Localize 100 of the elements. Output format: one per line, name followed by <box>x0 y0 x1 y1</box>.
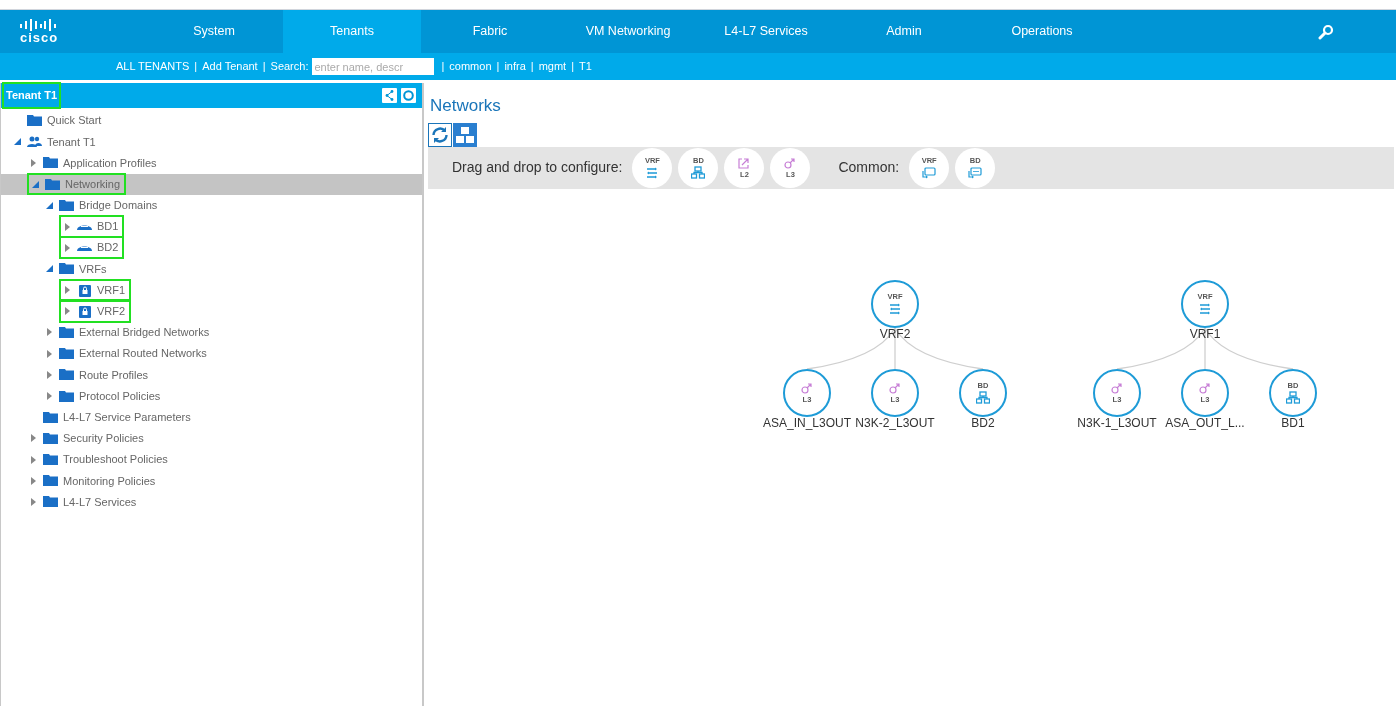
separator: | <box>261 59 267 75</box>
nav-tab[interactable]: Admin <box>835 10 973 53</box>
tree-row[interactable]: BD2 <box>1 237 422 259</box>
layout-icon[interactable] <box>453 122 477 147</box>
collapsed-arrow-icon[interactable] <box>65 243 70 252</box>
tree-label: Protocol Policies <box>79 388 161 404</box>
palette-label: Drag and drop to configure: <box>452 158 623 177</box>
folder-icon <box>43 496 58 508</box>
tree-label: VRFs <box>79 261 107 277</box>
collapsed-arrow-icon[interactable] <box>31 476 36 485</box>
tree-label: L4-L7 Services <box>63 494 137 510</box>
collapsed-arrow-icon[interactable] <box>47 370 52 379</box>
collapsed-arrow-icon[interactable] <box>47 328 52 337</box>
tree-row[interactable]: VRF2 <box>1 300 422 322</box>
tree-row[interactable]: Route Profiles <box>1 364 422 386</box>
separator: | <box>495 59 501 75</box>
tree-row[interactable]: External Routed Networks <box>1 343 422 365</box>
collapsed-arrow-icon[interactable] <box>47 392 52 401</box>
tree-row[interactable]: L4-L7 Services <box>1 491 422 513</box>
node-label: ASA_IN_L3OUT <box>763 414 851 432</box>
node-label: BD1 <box>1280 414 1306 432</box>
arrows-icon <box>1198 301 1212 315</box>
collapsed-arrow-icon[interactable] <box>47 349 52 358</box>
expanded-arrow-icon[interactable] <box>46 201 53 209</box>
tree-row[interactable]: Networking <box>1 173 422 195</box>
search-label: Search: <box>270 59 309 75</box>
collapsed-arrow-icon[interactable] <box>65 222 70 231</box>
separator: | <box>570 59 575 75</box>
tree-label: External Bridged Networks <box>79 325 210 341</box>
shared-box-icon <box>968 165 983 179</box>
hierarchy-icon <box>1286 390 1300 404</box>
tree-row[interactable]: Troubleshoot Policies <box>1 449 422 471</box>
tree-label: Networking <box>65 176 121 192</box>
tree-row[interactable]: Protocol Policies <box>1 385 422 407</box>
tree-label: Monitoring Policies <box>63 473 156 489</box>
tree-label: L4-L7 Service Parameters <box>63 409 191 425</box>
separator: | <box>440 59 446 75</box>
shared-box-icon <box>922 165 937 179</box>
tree-row[interactable]: External Bridged Networks <box>1 321 422 344</box>
tree-label: Application Profiles <box>63 155 157 171</box>
tree-row[interactable]: L4-L7 Service Parameters <box>1 406 422 428</box>
palette-label: Common: <box>838 158 900 177</box>
page-title: Networks <box>430 95 502 117</box>
folder-icon <box>27 115 42 127</box>
hierarchy-icon <box>691 165 706 179</box>
tree-label: VRF2 <box>97 304 126 320</box>
hierarchy-icon <box>976 390 990 404</box>
tree-label: External Routed Networks <box>79 346 207 362</box>
tree-label: Bridge Domains <box>79 198 158 214</box>
nav-tab[interactable]: VM Networking <box>559 10 697 53</box>
tree-row[interactable]: VRFs <box>1 258 422 280</box>
tree-row[interactable]: BD1 <box>1 215 422 238</box>
folder-icon <box>59 369 74 381</box>
tree-label: BD1 <box>97 219 119 235</box>
collapsed-arrow-icon[interactable] <box>31 434 36 443</box>
node-label: N3K-2_L3OUT <box>854 414 936 432</box>
share-icon[interactable] <box>382 88 397 103</box>
logo-text: cisco <box>20 30 59 45</box>
folder-icon <box>43 411 58 423</box>
logo-bars-icon <box>20 18 56 31</box>
bridge-icon <box>77 244 92 251</box>
folder-icon <box>43 157 58 169</box>
tree-row[interactable]: Tenant T1 <box>1 131 422 153</box>
node-label: VRF2 <box>878 325 912 343</box>
separator: | <box>193 59 199 75</box>
tree-row[interactable]: VRF1 <box>1 279 422 301</box>
folder-icon <box>59 390 74 402</box>
search-icon[interactable] <box>1318 23 1334 40</box>
collapsed-arrow-icon[interactable] <box>65 286 70 295</box>
sidebar-title: Tenant T1 <box>4 84 60 107</box>
tree-row[interactable]: Application Profiles <box>1 152 422 174</box>
folder-icon <box>59 263 74 275</box>
collapsed-arrow-icon[interactable] <box>31 455 36 464</box>
tree-row[interactable]: Security Policies <box>1 427 422 449</box>
tree-label: Quick Start <box>47 113 102 129</box>
expanded-arrow-icon[interactable] <box>32 180 39 188</box>
arrows-icon <box>645 165 660 179</box>
tree-label: Troubleshoot Policies <box>63 452 168 468</box>
tree-label: BD2 <box>97 240 119 256</box>
tree-row[interactable]: Bridge Domains <box>1 194 422 216</box>
expanded-arrow-icon[interactable] <box>46 265 53 273</box>
folder-icon <box>43 432 58 444</box>
nav-tab[interactable]: L4-L7 Services <box>697 10 835 53</box>
collapsed-arrow-icon[interactable] <box>31 497 36 506</box>
nav-tab[interactable]: System <box>145 10 283 53</box>
collapsed-arrow-icon[interactable] <box>31 158 36 167</box>
node-label: BD2 <box>970 414 996 432</box>
nav-tab[interactable]: Fabric <box>421 10 559 53</box>
folder-icon <box>43 475 58 487</box>
tree-row[interactable]: Quick Start <box>1 110 422 132</box>
expanded-arrow-icon[interactable] <box>14 138 21 146</box>
tree-row[interactable]: Monitoring Policies <box>1 470 422 492</box>
search-field[interactable]: enter name, descr <box>312 58 435 75</box>
folder-icon <box>59 199 74 211</box>
lock-icon <box>78 304 91 318</box>
nav-tab[interactable]: Operations <box>973 10 1111 53</box>
separator: | <box>529 59 535 75</box>
bridge-icon <box>77 223 92 230</box>
collapsed-arrow-icon[interactable] <box>65 307 70 316</box>
node-label: VRF1 <box>1188 325 1222 343</box>
